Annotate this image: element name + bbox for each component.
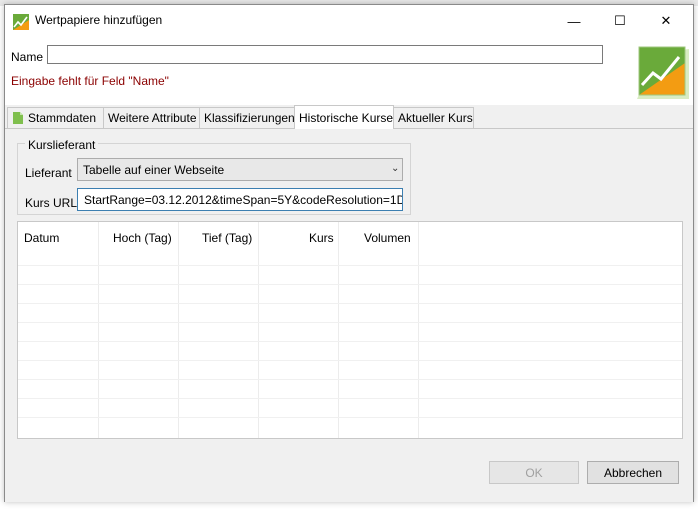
table-row-divider	[18, 265, 682, 266]
chevron-down-icon[interactable]: ⌄	[391, 163, 399, 174]
name-label: Name	[11, 50, 44, 64]
table-row-divider	[18, 341, 682, 342]
tab-weitere-attribute[interactable]: Weitere Attribute	[103, 107, 200, 129]
kurs-url-value: StartRange=03.12.2012&timeSpan=5Y&codeRe…	[84, 192, 403, 207]
column-header-volumen[interactable]: Volumen	[364, 231, 411, 245]
lieferant-label: Lieferant	[25, 166, 72, 180]
error-message: Eingabe fehlt für Feld "Name"	[11, 74, 169, 88]
column-divider	[98, 222, 99, 438]
tab-klassifizierungen[interactable]: Klassifizierungen	[199, 107, 295, 129]
table-row-divider	[18, 398, 682, 399]
name-input[interactable]	[47, 45, 603, 64]
tab-label: Aktueller Kurs	[398, 111, 473, 125]
column-header-tief[interactable]: Tief (Tag)	[202, 231, 252, 245]
column-header-kurs[interactable]: Kurs	[309, 231, 334, 245]
document-icon	[13, 112, 23, 124]
kurs-url-input[interactable]: StartRange=03.12.2012&timeSpan=5Y&codeRe…	[77, 188, 403, 211]
ok-button[interactable]: OK	[489, 461, 579, 484]
column-header-hoch[interactable]: Hoch (Tag)	[113, 231, 172, 245]
title-bar: Wertpapiere hinzufügen — ☐ ✕	[5, 5, 693, 37]
kurslieferant-group-label: Kurslieferant	[25, 138, 99, 152]
lieferant-select[interactable]: Tabelle auf einer Webseite	[77, 158, 403, 181]
table-row-divider	[18, 417, 682, 418]
table-row-divider	[18, 284, 682, 285]
dialog-window: Wertpapiere hinzufügen — ☐ ✕ Name Eingab…	[4, 4, 694, 502]
minimize-button[interactable]: —	[551, 5, 597, 37]
tab-label: Historische Kurse	[299, 110, 394, 125]
tab-historische-kurse[interactable]: Historische Kurse	[294, 105, 394, 129]
cancel-button[interactable]: Abbrechen	[587, 461, 679, 484]
window-title: Wertpapiere hinzufügen	[35, 13, 163, 27]
column-divider	[258, 222, 259, 438]
table-row-divider	[18, 360, 682, 361]
column-divider	[418, 222, 419, 438]
securities-chart-logo-icon	[637, 46, 689, 99]
column-divider	[178, 222, 179, 438]
tab-label: Stammdaten	[28, 111, 97, 125]
lieferant-selected-value: Tabelle auf einer Webseite	[83, 162, 225, 177]
app-logo-icon	[13, 14, 29, 30]
tab-stammdaten[interactable]: Stammdaten	[7, 107, 104, 129]
column-divider	[338, 222, 339, 438]
kurs-url-label: Kurs URL	[25, 196, 78, 210]
tab-label: Weitere Attribute	[108, 111, 197, 125]
tab-aktueller-kurs[interactable]: Aktueller Kurs	[393, 107, 474, 129]
column-header-datum[interactable]: Datum	[24, 231, 59, 245]
table-row-divider	[18, 379, 682, 380]
tab-label: Klassifizierungen	[204, 111, 295, 125]
maximize-button[interactable]: ☐	[597, 5, 643, 37]
close-button[interactable]: ✕	[643, 5, 689, 37]
table-row-divider	[18, 322, 682, 323]
table-row-divider	[18, 303, 682, 304]
historical-prices-table[interactable]	[17, 221, 683, 439]
